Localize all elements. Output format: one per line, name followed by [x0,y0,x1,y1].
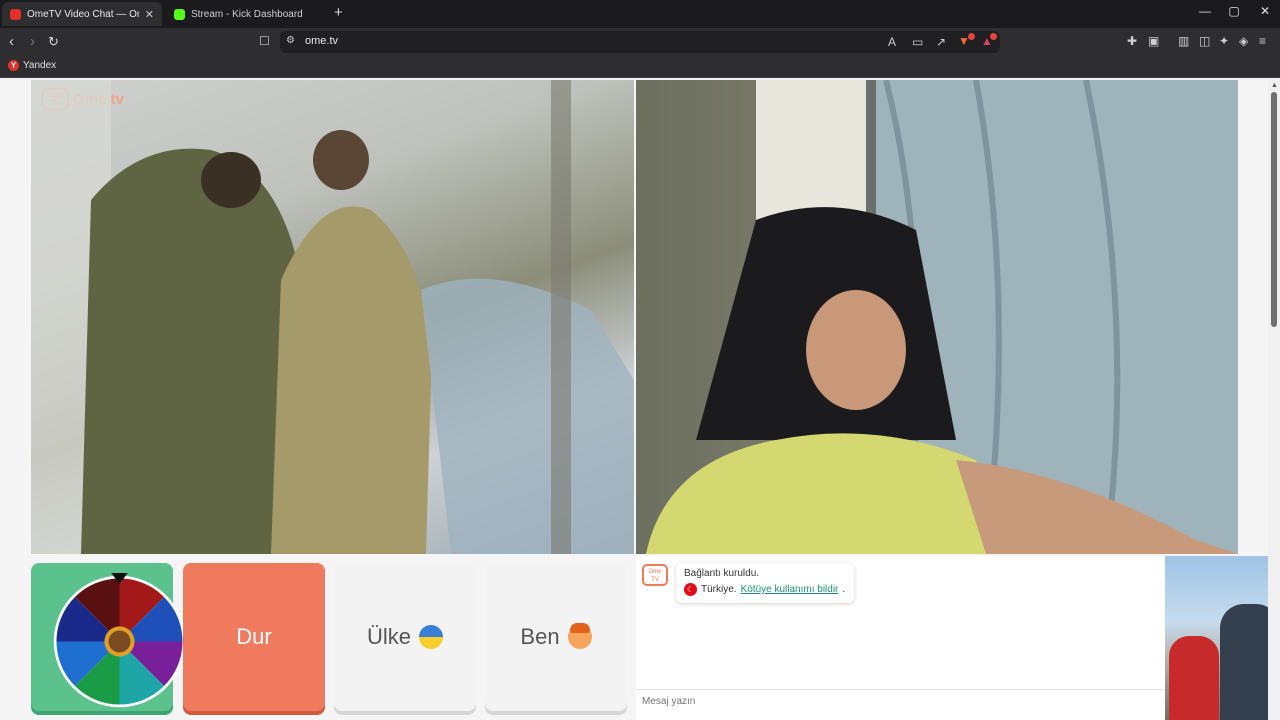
report-abuse-link[interactable]: Kötüye kullanımı bildir [741,584,839,595]
brave-count-badge [968,33,975,40]
page-scrollbar[interactable]: ▲ [1268,80,1280,720]
stop-label: Dur [236,624,272,649]
me-label: Ben [520,624,560,649]
leo-ai-icon[interactable]: ✦ [1219,34,1229,48]
stream-overlay-thumbnail [1165,556,1280,720]
url-text: ome.tv [305,35,339,47]
forward-icon[interactable]: › [30,33,35,50]
system-message: Bağlantı kuruldu. ☾ Türkiye. Kötüye kull… [676,563,854,603]
reload-icon[interactable]: ↻ [48,34,59,50]
browser-toolbar: ‹ › ↻ ☐ ⚙ ome.tv A ▭ ↗ ▼ ▲ ✚ ▣ ▥ ◫ ✦ ◈ ≡ [0,28,1280,56]
bookmarks-bar: Y Yandex [0,56,1280,78]
translate-icon[interactable]: A [888,35,896,49]
tab-title: Stream - Kick Dashboard [191,8,303,20]
ukraine-flag-icon [419,625,443,649]
back-icon[interactable]: ‹ [9,33,14,50]
tab-title: OmeTV Video Chat — Omeg [27,8,139,20]
tab-bar: OmeTV Video Chat — Omeg ✕ Stream - Kick … [0,0,1280,28]
message-input[interactable] [642,696,1152,707]
boy-emoji-icon [567,623,592,649]
self-video-scene [646,80,1238,554]
address-bar[interactable]: ⚙ ome.tv A ▭ ↗ ▼ ▲ [280,31,1000,53]
extensions-icon[interactable]: ✚ [1127,34,1137,48]
shield-icon[interactable]: ◈ [1239,34,1248,48]
country-filter-button[interactable]: Ülke [334,563,476,711]
chat-panel: Ome TV Bağlantı kuruldu. ☾ Türkiye. Kötü… [636,556,1165,720]
stranger-country: Türkiye. [701,584,737,595]
turkey-flag-icon: ☾ [684,583,697,596]
tab-ometv[interactable]: OmeTV Video Chat — Omeg ✕ [2,2,162,26]
connection-status: Bağlantı kuruldu. [684,568,760,579]
bookmark-label: Yandex [23,60,57,71]
minimize-button[interactable]: — [1195,4,1215,18]
wallet-icon[interactable]: ▣ [1148,34,1159,48]
prize-wheel-icon [53,573,186,708]
site-settings-icon[interactable]: ⚙ [286,35,295,46]
bookmark-icon[interactable]: ☐ [259,34,270,48]
bookmark-yandex[interactable]: Y Yandex [8,60,56,71]
stranger-video-scene [31,80,634,554]
country-label: Ülke [366,624,411,649]
report-suffix: . [842,584,846,595]
sidebar-icon[interactable]: ▥ [1178,34,1189,48]
overlay-person-left [1169,636,1219,720]
me-gender-button[interactable]: Ben [485,563,627,711]
yandex-icon: Y [8,60,19,71]
maximize-button[interactable]: ▢ [1224,4,1244,18]
stop-button[interactable]: Dur [183,563,325,711]
cast-icon[interactable]: ▭ [912,35,923,49]
ometv-favicon-icon [10,8,21,20]
self-video [636,80,1238,554]
stranger-video: Ome TV Ome.tv [31,80,634,554]
rewards-count-badge [990,33,997,40]
ometv-page: Ome TV Ome.tv [0,80,1280,720]
kick-favicon-icon [174,8,185,20]
scroll-up-icon[interactable]: ▲ [1271,82,1278,89]
new-tab-button[interactable]: + [334,4,343,21]
menu-icon[interactable]: ≡ [1259,34,1266,48]
spin-wheel-button[interactable] [31,563,186,711]
vpn-icon[interactable]: ◫ [1199,34,1210,48]
message-bar [636,689,1165,720]
ometv-chat-logo-icon: Ome TV [642,564,668,586]
close-window-button[interactable]: ✕ [1255,4,1275,18]
share-icon[interactable]: ↗ [936,35,946,49]
close-tab-icon[interactable]: ✕ [145,8,154,21]
scrollbar-thumb[interactable] [1271,92,1277,327]
tab-kick[interactable]: Stream - Kick Dashboard [166,2,326,26]
